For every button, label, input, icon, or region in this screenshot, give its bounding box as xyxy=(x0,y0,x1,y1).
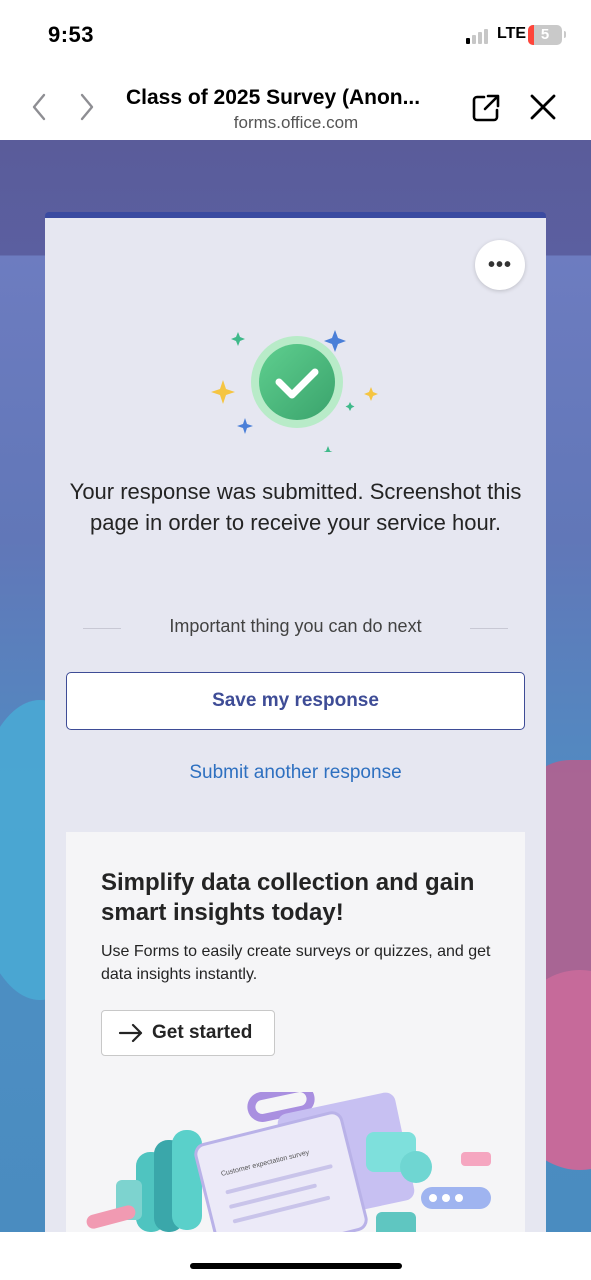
save-response-button[interactable]: Save my response xyxy=(66,672,525,730)
page-title: Class of 2025 Survey (Anon... xyxy=(126,86,421,109)
signal-icon xyxy=(466,28,492,44)
page-url: forms.office.com xyxy=(233,113,359,132)
chevron-left-icon xyxy=(32,93,46,121)
forms-illustration: Customer expectation survey xyxy=(86,1092,491,1232)
more-options-button[interactable]: ••• xyxy=(475,240,525,290)
chevron-right-icon xyxy=(80,93,94,121)
page-background: ••• Your response was submitted. Screens… xyxy=(0,140,591,1232)
battery-level: 5 xyxy=(540,26,550,43)
status-bar: 9:53 LTE 5 xyxy=(0,0,591,70)
browser-toolbar: Class of 2025 Survey (Anon... forms.offi… xyxy=(0,70,591,140)
home-indicator[interactable] xyxy=(190,1263,402,1269)
back-button[interactable] xyxy=(26,92,52,122)
open-external-icon xyxy=(472,94,500,122)
network-type: LTE xyxy=(497,25,527,42)
confirmation-message: Your response was submitted. Screenshot … xyxy=(69,479,522,535)
submit-another-link[interactable]: Submit another response xyxy=(45,762,546,784)
close-button[interactable] xyxy=(526,90,560,124)
next-steps-divider: Important thing you can do next xyxy=(83,616,508,640)
open-external-button[interactable] xyxy=(468,90,504,126)
promo-panel: Simplify data collection and gain smart … xyxy=(66,832,525,1232)
get-started-button[interactable]: Get started xyxy=(101,1010,275,1056)
home-area xyxy=(0,1232,591,1280)
get-started-label: Get started xyxy=(152,1022,253,1043)
promo-title: Simplify data collection and gain smart … xyxy=(101,869,475,926)
battery-icon: 5 xyxy=(528,25,562,45)
next-steps-heading: Important thing you can do next xyxy=(169,616,422,636)
response-card: ••• Your response was submitted. Screens… xyxy=(45,212,546,1232)
status-time: 9:53 xyxy=(48,22,95,47)
arrow-right-icon xyxy=(118,1023,143,1043)
close-icon xyxy=(530,94,556,120)
success-check-icon xyxy=(211,330,378,452)
promo-description: Use Forms to easily create surveys or qu… xyxy=(101,943,491,983)
forward-button[interactable] xyxy=(74,92,100,122)
